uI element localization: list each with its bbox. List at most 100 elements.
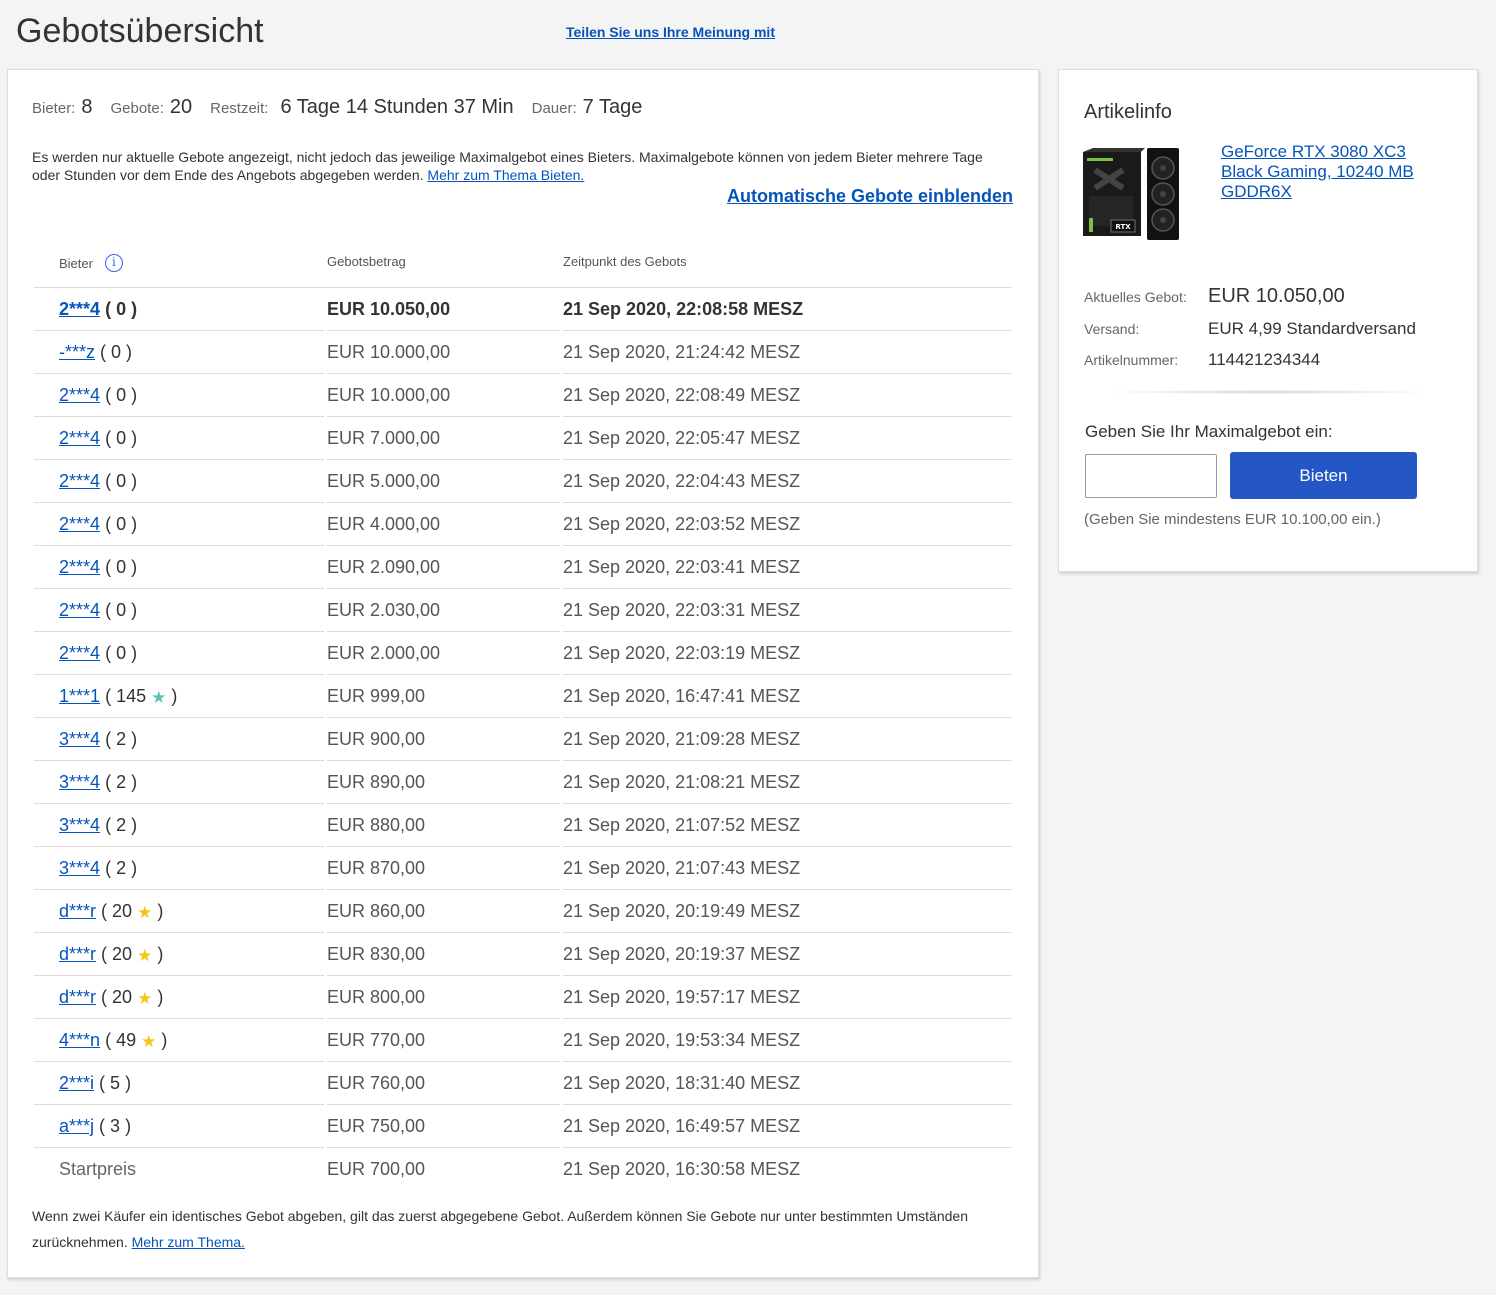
bid-amount: EUR 900,00: [327, 729, 426, 749]
bidder-link[interactable]: d***r: [59, 987, 96, 1007]
bid-time: 21 Sep 2020, 19:57:17 MESZ: [563, 987, 801, 1007]
table-row: 2***4 ( 0 ) EUR 10.000,00 21 Sep 2020, 22:…: [34, 374, 1012, 417]
feedback-score-value: 145: [116, 686, 147, 706]
place-bid-button[interactable]: Bieten: [1230, 452, 1417, 499]
feedback-score-value: 49: [116, 1030, 137, 1050]
graphics-card-box-image[interactable]: RTX: [1083, 148, 1183, 240]
starting-price-amount: EUR 700,00: [327, 1159, 426, 1179]
table-row: 2***4 ( 0 ) EUR 2.030,00 21 Sep 2020, 22:0…: [34, 589, 1012, 632]
bid-time: 21 Sep 2020, 22:03:52 MESZ: [563, 514, 801, 534]
bid-amount: EUR 870,00: [327, 858, 426, 878]
bidder-link[interactable]: 4***n: [59, 1030, 100, 1050]
bid-amount: EUR 880,00: [327, 815, 426, 835]
max-bid-label: Geben Sie Ihr Maximalgebot ein:: [1085, 422, 1333, 441]
bidder-link[interactable]: 2***4: [59, 643, 100, 663]
feedback-score: ( 20 ★ ): [101, 901, 164, 922]
feedback-score: ( 0 ): [100, 342, 133, 362]
bidder-link[interactable]: 3***4: [59, 772, 100, 792]
bidder-link[interactable]: 3***4: [59, 729, 100, 749]
show-automatic-bids-link[interactable]: Automatische Gebote einblenden: [727, 186, 1013, 207]
feedback-score: ( 0 ): [105, 514, 138, 534]
bidder-cell: 3***4 ( 2 ): [59, 772, 137, 793]
bidder-link[interactable]: -***z: [59, 342, 95, 362]
bidder-link[interactable]: 2***4: [59, 299, 100, 319]
bid-amount: EUR 2.090,00: [327, 557, 441, 577]
bid-time: 21 Sep 2020, 22:05:47 MESZ: [563, 428, 801, 448]
bidder-link[interactable]: d***r: [59, 901, 96, 921]
feedback-star-icon: ★: [141, 1032, 157, 1051]
bid-time: 21 Sep 2020, 21:24:42 MESZ: [563, 342, 801, 362]
feedback-score: ( 2 ): [105, 858, 138, 878]
bid-amount: EUR 830,00: [327, 944, 426, 964]
column-header-time: Zeitpunkt des Gebots: [563, 254, 687, 269]
feedback-score-value: 3: [110, 1116, 121, 1136]
table-row: 2***4 ( 0 ) EUR 7.000,00 21 Sep 2020, 22:0…: [34, 417, 1012, 460]
table-row: 3***4 ( 2 ) EUR 900,00 21 Sep 2020, 21:09:…: [34, 718, 1012, 761]
item-info-panel: Artikelinfo RTX GeForce RTX 3080 XC3 Bla…: [1058, 69, 1478, 572]
bidder-link[interactable]: 2***4: [59, 385, 100, 405]
bidder-cell: a***j ( 3 ): [59, 1116, 131, 1137]
feedback-score-value: 0: [111, 342, 122, 362]
more-about-topic-link[interactable]: Mehr zum Thema.: [132, 1234, 245, 1250]
bidder-link[interactable]: d***r: [59, 944, 96, 964]
bidders-label: Bieter:: [32, 100, 76, 117]
bid-amount: EUR 2.030,00: [327, 600, 441, 620]
bidder-link[interactable]: 2***4: [59, 471, 100, 491]
bidder-link[interactable]: 2***4: [59, 557, 100, 577]
feedback-score: ( 0 ): [105, 428, 138, 448]
feedback-score-value: 0: [116, 557, 127, 577]
feedback-score-value: 2: [116, 815, 127, 835]
bid-amount: EUR 7.000,00: [327, 428, 441, 448]
bidder-cell: -***z ( 0 ): [59, 342, 132, 363]
feedback-score-value: 20: [112, 987, 133, 1007]
feedback-link[interactable]: Teilen Sie uns Ihre Meinung mit: [566, 24, 775, 40]
feedback-score-value: 5: [110, 1073, 121, 1093]
table-row: a***j ( 3 ) EUR 750,00 21 Sep 2020, 16:49:…: [34, 1105, 1012, 1148]
item-info-title: Artikelinfo: [1084, 101, 1172, 123]
feedback-score: ( 0 ): [105, 471, 138, 491]
bid-amount: EUR 10.000,00: [327, 385, 451, 405]
bidder-link[interactable]: a***j: [59, 1116, 94, 1136]
bid-time: 21 Sep 2020, 22:08:49 MESZ: [563, 385, 801, 405]
bid-amount: EUR 5.000,00: [327, 471, 441, 491]
feedback-score: ( 2 ): [105, 815, 138, 835]
column-header-amount: Gebotsbetrag: [327, 254, 406, 269]
bid-amount: EUR 10.000,00: [327, 342, 451, 362]
bid-time: 21 Sep 2020, 22:08:58 MESZ: [563, 299, 804, 319]
more-about-bidding-link[interactable]: Mehr zum Thema Bieten.: [427, 167, 584, 183]
bidder-cell: 2***4 ( 0 ): [59, 557, 137, 578]
table-row: 2***4 ( 0 ) EUR 10.050,00 21 Sep 2020, 22:…: [34, 288, 1012, 331]
table-row: 4***n ( 49 ★ ) EUR 770,00 21 Sep 2020, 19:…: [34, 1019, 1012, 1062]
bid-amount: EUR 860,00: [327, 901, 426, 921]
column-header-bidder-label: Bieter: [59, 255, 93, 271]
feedback-score-value: 0: [116, 600, 127, 620]
table-row: 3***4 ( 2 ) EUR 880,00 21 Sep 2020, 21:07:…: [34, 804, 1012, 847]
shipping-label: Versand:: [1084, 321, 1140, 337]
bidder-link[interactable]: 2***4: [59, 514, 100, 534]
bidder-cell: 1***1 ( 145 ★ ): [59, 686, 177, 708]
bid-time: 21 Sep 2020, 22:04:43 MESZ: [563, 471, 801, 491]
feedback-score-value: 2: [116, 772, 127, 792]
bidder-cell: 2***4 ( 0 ): [59, 299, 137, 320]
bidder-link[interactable]: 2***4: [59, 428, 100, 448]
feedback-score-value: 0: [116, 643, 127, 663]
bidder-link[interactable]: 2***i: [59, 1073, 94, 1093]
feedback-score: ( 0 ): [105, 600, 138, 620]
feedback-score-value: 0: [116, 471, 127, 491]
bidder-link[interactable]: 3***4: [59, 815, 100, 835]
bid-time: 21 Sep 2020, 22:03:41 MESZ: [563, 557, 801, 577]
table-row: d***r ( 20 ★ ) EUR 860,00 21 Sep 2020, 20:…: [34, 890, 1012, 933]
bidder-link[interactable]: 2***4: [59, 600, 100, 620]
table-row: -***z ( 0 ) EUR 10.000,00 21 Sep 2020, 21:…: [34, 331, 1012, 374]
max-bid-input[interactable]: [1085, 454, 1217, 498]
starting-price-time: 21 Sep 2020, 16:30:58 MESZ: [563, 1159, 801, 1179]
bid-amount: EUR 770,00: [327, 1030, 426, 1050]
bidder-link[interactable]: 1***1: [59, 686, 100, 706]
bidder-link[interactable]: 3***4: [59, 858, 100, 878]
item-number-label: Artikelnummer:: [1084, 352, 1179, 368]
bid-time: 21 Sep 2020, 21:08:21 MESZ: [563, 772, 801, 792]
bids-label: Gebote:: [110, 100, 164, 117]
feedback-score-value: 0: [116, 299, 127, 319]
product-title-link[interactable]: GeForce RTX 3080 XC3 Black Gaming, 10240…: [1221, 142, 1431, 202]
info-icon[interactable]: i: [104, 254, 123, 272]
